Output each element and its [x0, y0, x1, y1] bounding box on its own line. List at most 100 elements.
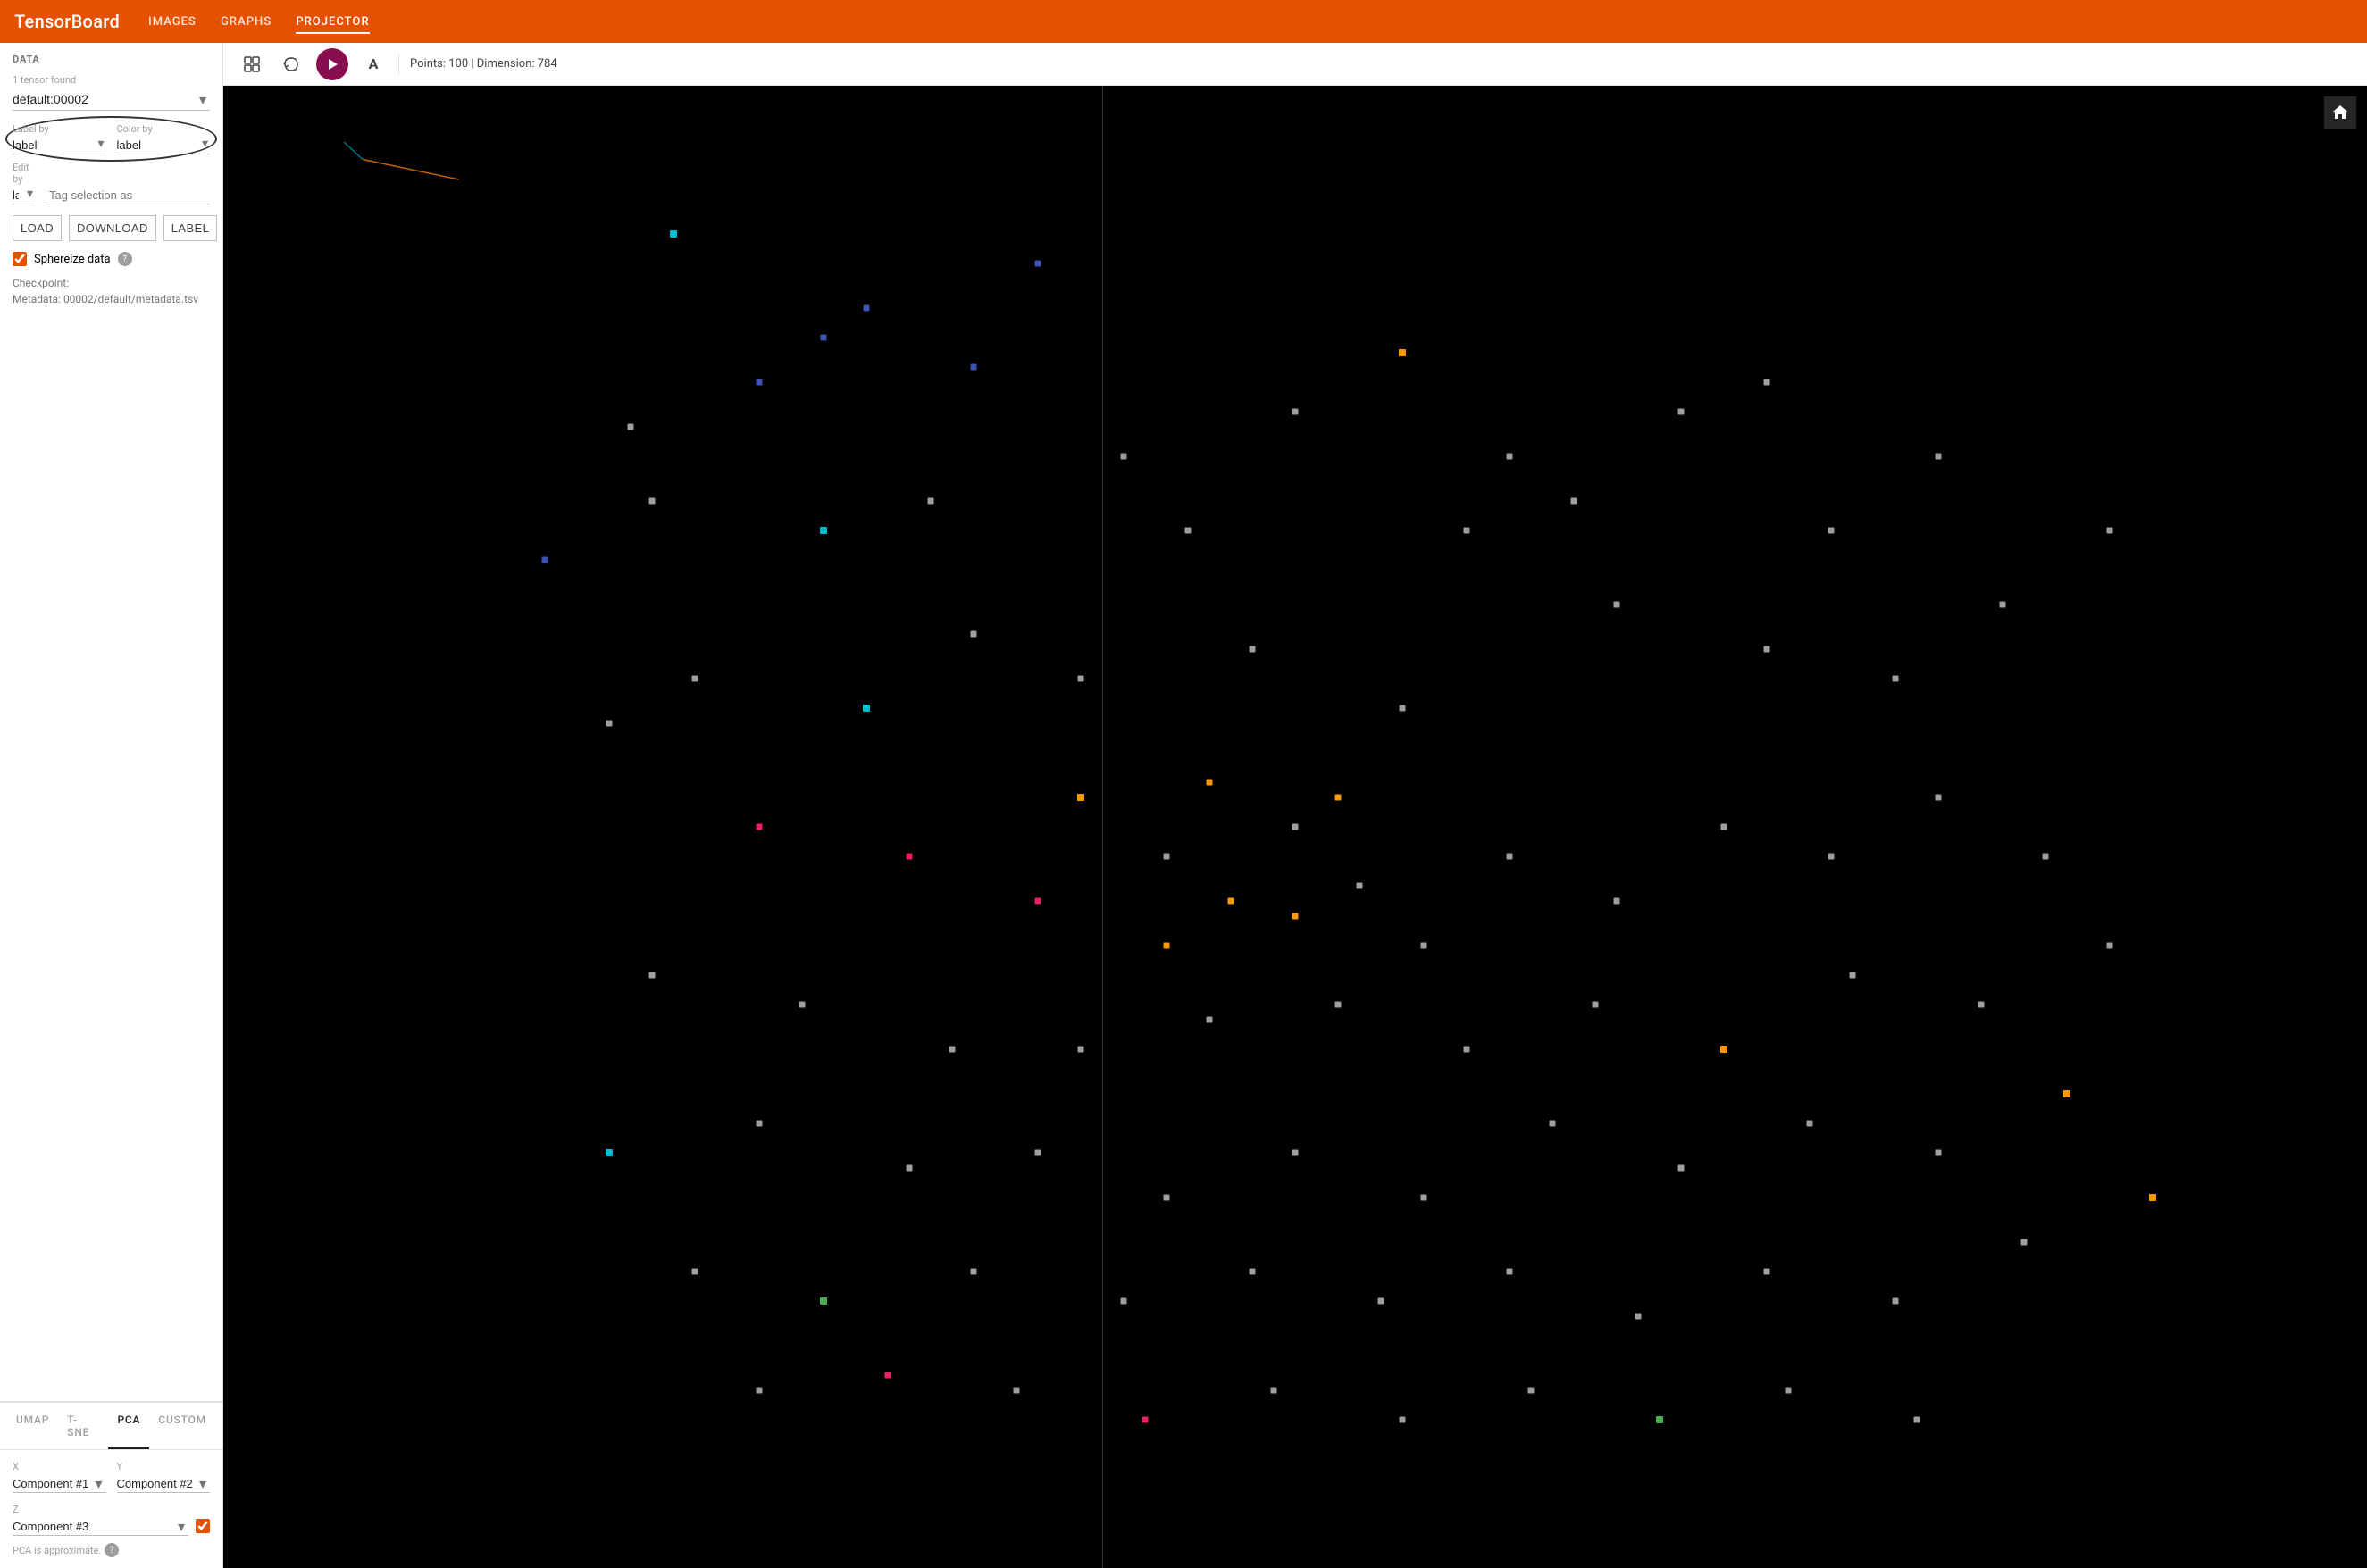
data-point[interactable]: [606, 720, 613, 726]
tag-selection-input[interactable]: [46, 187, 210, 204]
data-point[interactable]: [1614, 602, 1620, 608]
data-point[interactable]: [820, 527, 827, 534]
data-point[interactable]: [864, 305, 870, 312]
data-point[interactable]: [1550, 1121, 1556, 1127]
data-point[interactable]: [1507, 1269, 1513, 1275]
data-point[interactable]: [1893, 676, 1899, 682]
data-point[interactable]: [2000, 602, 2006, 608]
data-point[interactable]: [1850, 972, 1856, 979]
data-point[interactable]: [1635, 1313, 1642, 1319]
data-point[interactable]: [820, 1297, 827, 1305]
pca-approx-help-icon[interactable]: ?: [105, 1543, 119, 1557]
data-point[interactable]: [1335, 794, 1342, 800]
data-point[interactable]: [1271, 1387, 1277, 1393]
select-box-icon[interactable]: [238, 50, 266, 79]
data-point[interactable]: [1764, 379, 1770, 386]
data-point[interactable]: [1035, 898, 1041, 905]
z-axis-checkbox[interactable]: [196, 1519, 210, 1533]
data-point[interactable]: [1250, 646, 1256, 652]
data-point[interactable]: [757, 1121, 763, 1127]
visualization-container[interactable]: [223, 86, 2367, 1568]
text-labels-icon[interactable]: A: [359, 50, 388, 79]
data-point[interactable]: [1185, 528, 1192, 534]
data-point[interactable]: [1936, 454, 1942, 460]
data-point[interactable]: [1678, 409, 1685, 415]
color-by-select[interactable]: label: [117, 137, 211, 154]
data-point[interactable]: [1142, 1417, 1149, 1423]
data-point[interactable]: [1014, 1387, 1020, 1393]
data-point[interactable]: [1721, 824, 1727, 830]
data-point[interactable]: [2021, 1239, 2028, 1245]
data-point[interactable]: [1807, 1121, 1813, 1127]
tab-custom[interactable]: CUSTOM: [149, 1403, 215, 1449]
data-point[interactable]: [1035, 1150, 1041, 1156]
data-point[interactable]: [1914, 1417, 1920, 1423]
data-point[interactable]: [692, 676, 698, 682]
data-point[interactable]: [2149, 1194, 2156, 1201]
load-button[interactable]: Load: [13, 215, 62, 241]
data-point[interactable]: [670, 230, 677, 238]
data-point[interactable]: [757, 1387, 763, 1393]
data-point[interactable]: [1335, 1002, 1342, 1008]
tab-umap[interactable]: UMAP: [7, 1403, 58, 1449]
data-point[interactable]: [1614, 898, 1620, 905]
data-point[interactable]: [1121, 1298, 1127, 1305]
nav-images[interactable]: IMAGES: [148, 12, 197, 32]
data-point[interactable]: [863, 705, 870, 712]
data-point[interactable]: [949, 1047, 956, 1053]
data-point[interactable]: [606, 1149, 613, 1156]
play-button[interactable]: [316, 48, 348, 80]
data-point[interactable]: [1164, 854, 1170, 860]
download-button[interactable]: Download: [69, 215, 156, 241]
data-point[interactable]: [1378, 1298, 1384, 1305]
data-point[interactable]: [1077, 794, 1084, 801]
data-point[interactable]: [1400, 705, 1406, 712]
data-point[interactable]: [1464, 528, 1470, 534]
select-lasso-icon[interactable]: [277, 50, 305, 79]
data-point[interactable]: [542, 557, 548, 563]
label-by-select[interactable]: label: [13, 137, 106, 154]
data-point[interactable]: [1164, 1195, 1170, 1201]
tensor-select[interactable]: default:00002: [13, 88, 210, 111]
data-point[interactable]: [1164, 942, 1170, 948]
data-point[interactable]: [1207, 1016, 1213, 1022]
data-point[interactable]: [2107, 942, 2113, 948]
data-point[interactable]: [1828, 854, 1835, 860]
data-point[interactable]: [1035, 261, 1041, 267]
data-point[interactable]: [1399, 349, 1406, 356]
data-point[interactable]: [1464, 1047, 1470, 1053]
data-point[interactable]: [2043, 854, 2049, 860]
tab-tsne[interactable]: T-SNE: [58, 1403, 108, 1449]
data-point[interactable]: [628, 423, 634, 430]
data-point[interactable]: [1292, 409, 1299, 415]
tab-pca[interactable]: PCA: [108, 1403, 149, 1449]
data-point[interactable]: [799, 1002, 806, 1008]
data-point[interactable]: [1421, 1195, 1427, 1201]
data-point[interactable]: [757, 379, 763, 386]
data-point[interactable]: [907, 1164, 913, 1171]
data-point[interactable]: [1292, 824, 1299, 830]
nav-graphs[interactable]: GRAPHS: [221, 12, 272, 32]
data-point[interactable]: [971, 1269, 977, 1275]
sphereize-checkbox[interactable]: [13, 252, 27, 266]
label-button[interactable]: Label: [163, 215, 217, 241]
edit-by-select[interactable]: label: [13, 187, 35, 204]
data-point[interactable]: [2107, 528, 2113, 534]
data-point[interactable]: [971, 364, 977, 371]
data-point[interactable]: [1936, 794, 1942, 800]
data-point[interactable]: [1292, 1150, 1299, 1156]
data-point[interactable]: [1507, 454, 1513, 460]
x-axis-select[interactable]: Component #1: [13, 1475, 106, 1493]
data-point[interactable]: [649, 497, 656, 504]
data-point[interactable]: [1786, 1387, 1792, 1393]
data-point[interactable]: [971, 631, 977, 638]
nav-projector[interactable]: PROJECTOR: [296, 12, 369, 34]
data-point[interactable]: [1978, 1002, 1985, 1008]
data-point[interactable]: [1357, 883, 1363, 889]
data-point[interactable]: [1250, 1269, 1256, 1275]
data-point[interactable]: [1764, 1269, 1770, 1275]
data-point[interactable]: [692, 1269, 698, 1275]
data-point[interactable]: [1936, 1150, 1942, 1156]
data-point[interactable]: [1656, 1416, 1663, 1423]
data-point[interactable]: [1207, 780, 1213, 786]
